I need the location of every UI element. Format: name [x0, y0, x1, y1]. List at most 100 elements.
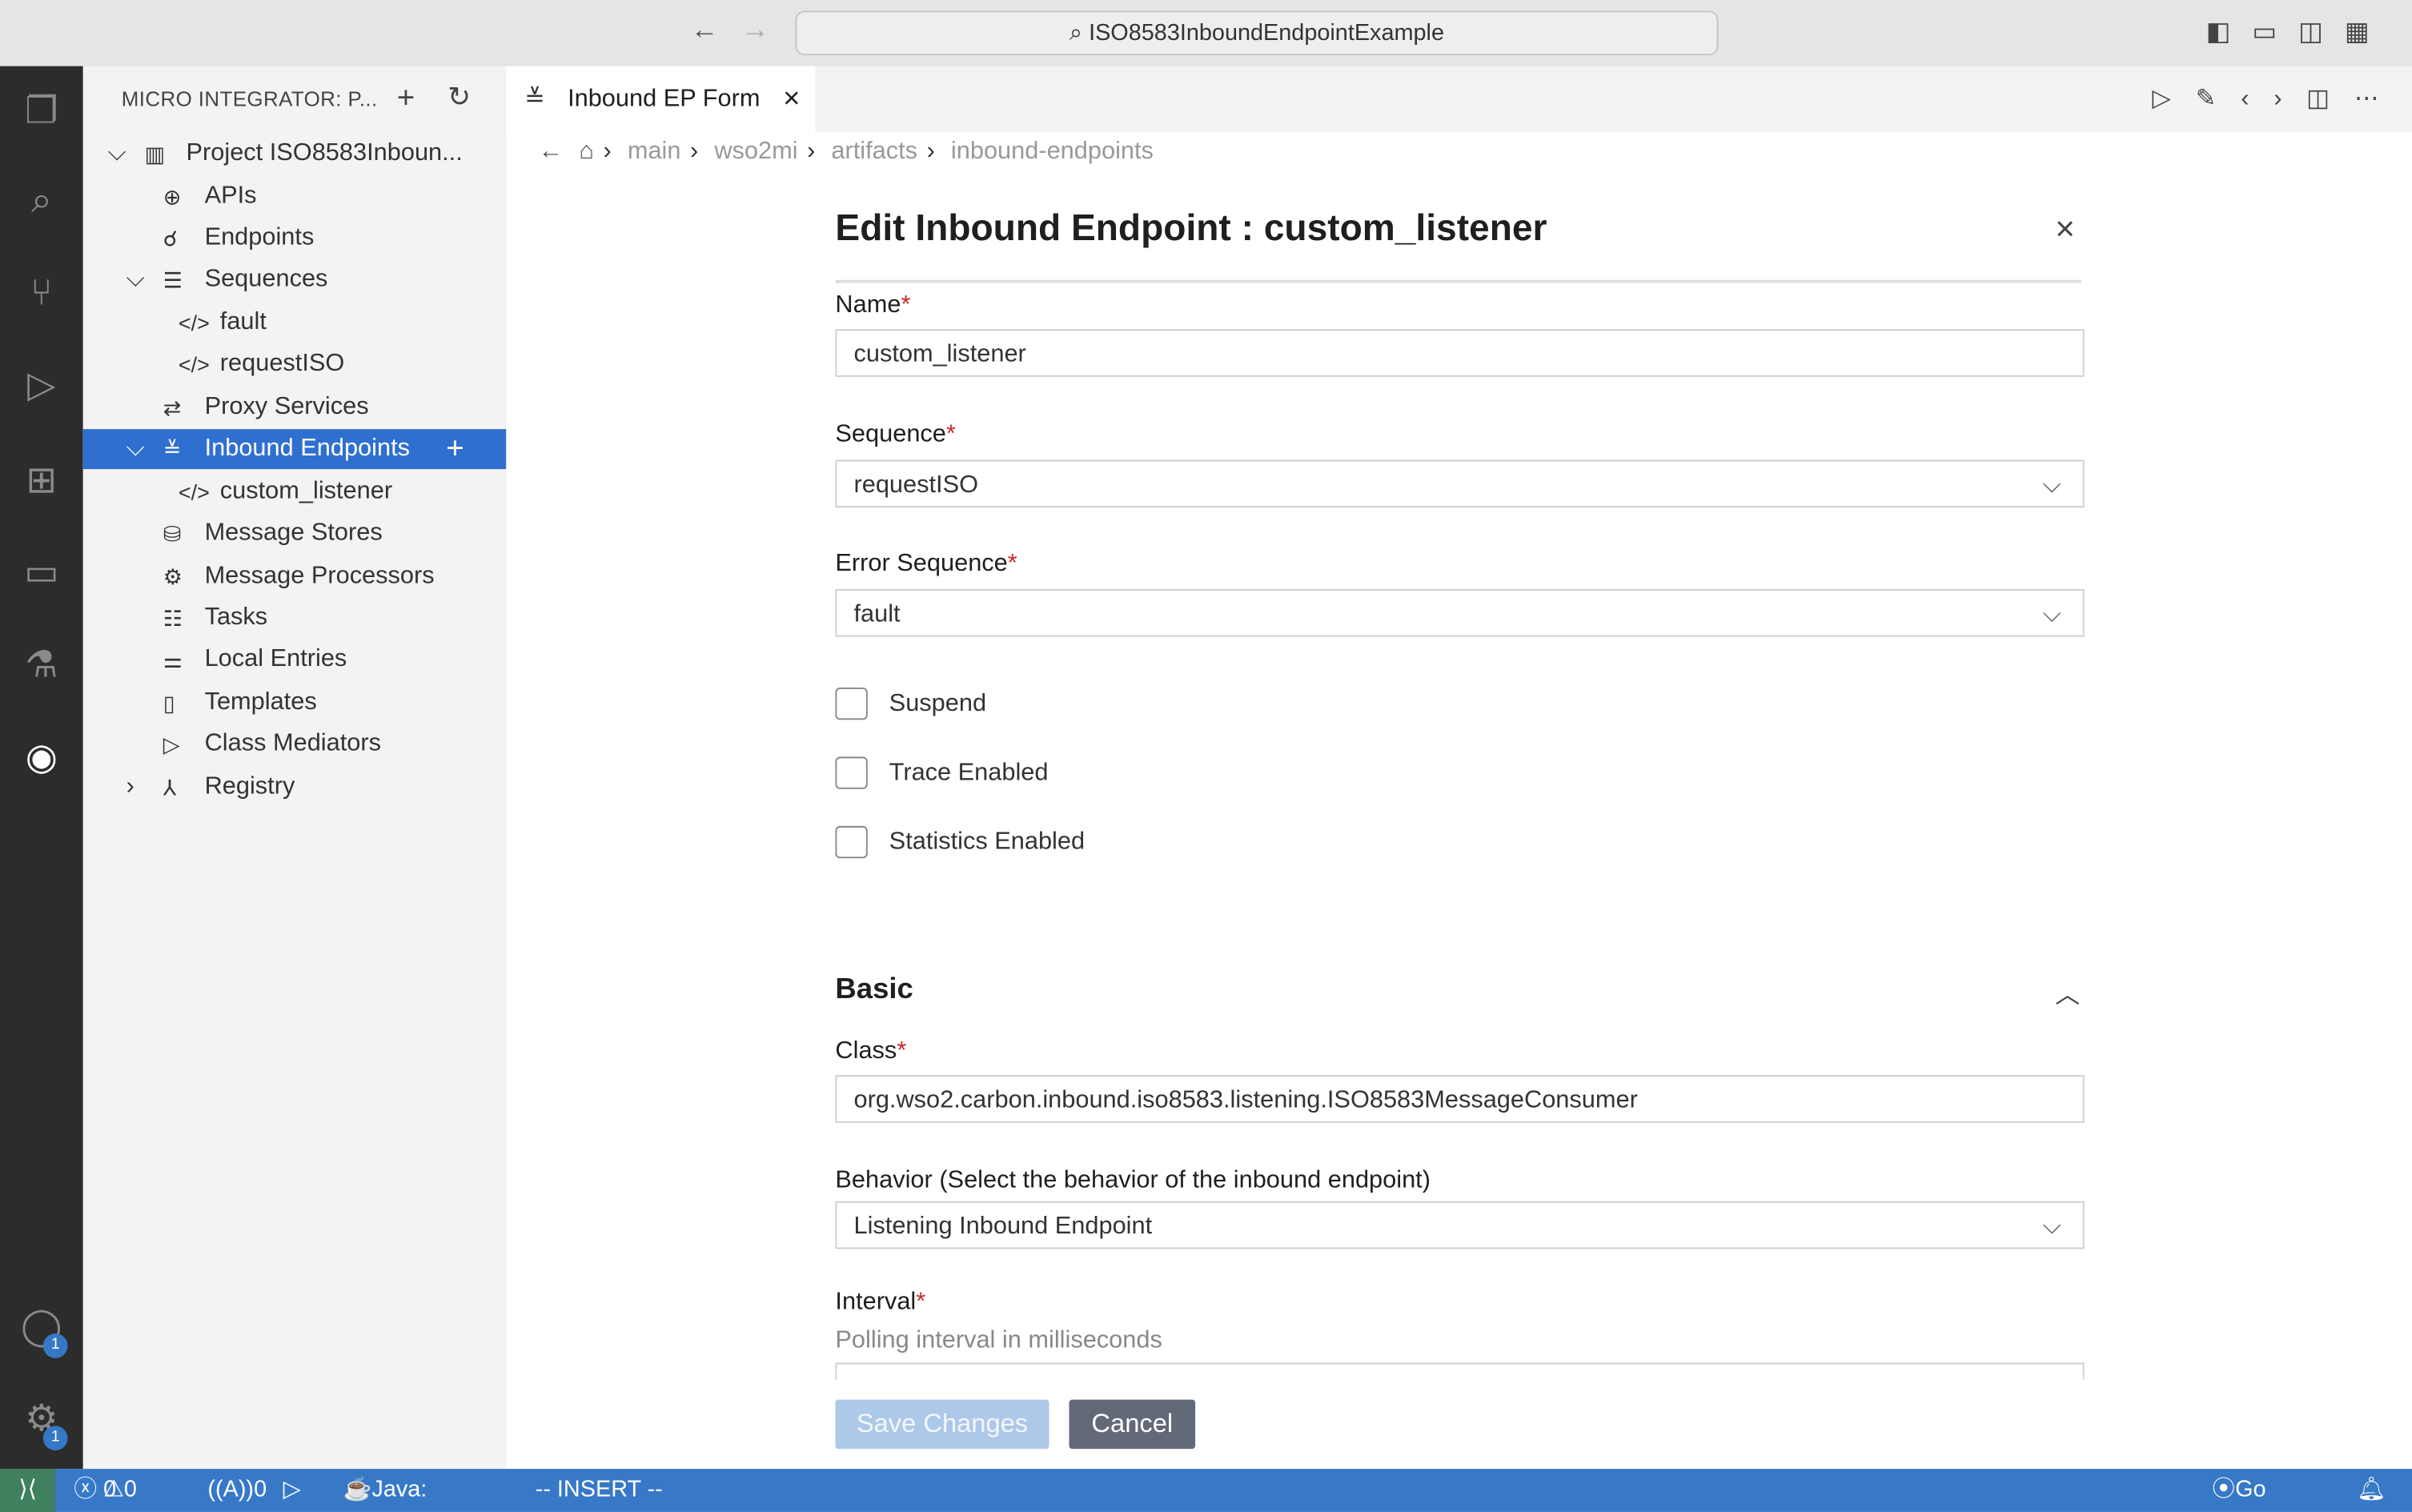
name-input[interactable]: custom_listener [835, 329, 2085, 377]
tree-item-label: Class Mediators [204, 730, 381, 757]
tab-inbound-ep-form[interactable]: ≚ Inbound EP Form × [506, 66, 816, 133]
breadcrumb-item[interactable]: inbound-endpoints [951, 138, 1154, 165]
tree-item-label: Endpoints [204, 224, 315, 251]
tree-item[interactable]: ⇄ Proxy Services [83, 387, 506, 427]
tree-item[interactable]: ☌ Endpoints [83, 219, 506, 259]
layout-toggle-icons[interactable]: ◧▭◫▦ [2206, 17, 2391, 47]
testing-icon[interactable]: ⚗ [0, 636, 83, 697]
status-bar: ⟩⟨ ⓧ 0 ⚠ 0 ((A)) 0 ▷ ☕ Java: Ready -- IN… [0, 1469, 2412, 1512]
edit-inbound-endpoint-form: Edit Inbound Endpoint : custom_listener … [835, 200, 2085, 1469]
tree-item[interactable]: </> fault [83, 303, 506, 343]
title-bar: ← → ⌕ ISO8583InboundEndpointExample ◧▭◫▦ [0, 0, 2412, 68]
remote-explorer-icon[interactable]: ▭ [0, 543, 83, 604]
editor-actions[interactable]: ▷✎‹›◫⋯ [2152, 83, 2403, 114]
debug-icon[interactable]: ▷ [283, 1469, 301, 1512]
ports-indicator[interactable]: ((A)) 0 [207, 1469, 267, 1512]
tree-item-label: custom_listener [219, 478, 393, 505]
suspend-checkbox[interactable] [835, 687, 868, 720]
tree-item-label: Templates [204, 688, 317, 716]
problems-indicator[interactable]: ⓧ 0 ⚠ 0 [74, 1469, 137, 1512]
error-sequence-select[interactable]: fault ⌵ [835, 588, 2085, 637]
chevron-icon[interactable]: ⌵ [126, 260, 145, 300]
back-arrow-icon[interactable]: ← [539, 138, 564, 165]
refresh-icon[interactable]: ↻ [447, 82, 471, 114]
tree-item-label: Sequences [204, 266, 328, 293]
close-form-icon[interactable]: × [2055, 209, 2075, 249]
plug-icon: ☌ [163, 226, 178, 251]
search-icon[interactable]: ⌕ [0, 170, 83, 232]
extensions-icon[interactable]: ⊞ [0, 451, 83, 512]
run-debug-icon[interactable]: ▷ [0, 355, 83, 417]
tree-item[interactable]: ⚌ Local Entries [83, 640, 506, 680]
tree-item[interactable]: ☷ Tasks [83, 599, 506, 639]
trace-enabled-checkbox[interactable] [835, 756, 868, 789]
breadcrumb-item[interactable]: wso2mi [714, 138, 797, 165]
sequence-label: Sequence* [835, 421, 956, 448]
tree-item[interactable]: ⛁ Message Stores [83, 514, 506, 554]
name-label: Name* [835, 292, 911, 319]
database-icon: ⛁ [163, 521, 182, 547]
interval-input-clip: 1000 [835, 1362, 2085, 1380]
tree-item[interactable]: ⌵ ▥ Project ISO8583Inboun... [83, 134, 506, 174]
tree-item[interactable]: ⊕ APIs [83, 177, 506, 217]
list-icon: ☰ [163, 267, 183, 293]
tree-item[interactable]: </> requestISO [83, 344, 506, 384]
tree-item-label: Message Stores [204, 519, 383, 547]
chevron-icon[interactable]: ⌵ [108, 134, 126, 174]
statistics-enabled-checkbox[interactable] [835, 825, 868, 859]
add-inbound-endpoint-icon[interactable]: + [446, 429, 464, 469]
code-icon: </> [178, 479, 210, 505]
source-control-icon[interactable]: ⑂ [0, 263, 83, 325]
tree-item[interactable]: ⌵ ≚ Inbound Endpoints + [82, 429, 507, 470]
breadcrumb-item[interactable]: artifacts [831, 138, 917, 165]
tree-item[interactable]: › ⅄ Registry [83, 768, 506, 808]
class-input[interactable]: org.wso2.carbon.inbound.iso8583.listenin… [835, 1075, 2085, 1123]
class-label: Class* [835, 1038, 907, 1065]
add-icon[interactable]: + [397, 82, 415, 117]
registry-icon: ⅄ [163, 775, 177, 800]
error-sequence-label: Error Sequence* [835, 550, 1017, 577]
save-changes-button[interactable]: Save Changes [835, 1399, 1049, 1450]
sequence-select[interactable]: requestISO ⌵ [835, 459, 2085, 508]
statistics-enabled-label: Statistics Enabled [889, 828, 1086, 856]
code-icon: </> [178, 311, 210, 335]
tasks-icon: ☷ [163, 606, 183, 631]
vim-mode: -- INSERT -- [535, 1476, 663, 1503]
tree-item-label: Project ISO8583Inboun... [186, 139, 463, 166]
class-icon: ▷ [163, 732, 180, 757]
interval-label: Interval* [835, 1289, 926, 1315]
tree-item-label: fault [219, 309, 267, 335]
chevron-icon[interactable]: › [126, 768, 134, 808]
remote-icon[interactable]: ⟩⟨ [0, 1469, 56, 1512]
globe-icon: ⊕ [163, 184, 182, 210]
activity-bar: ❐ ⌕ ⑂ ▷ ⊞ ▭ ⚗ ◉ ◯ 1 ⚙ 1 [0, 66, 83, 1470]
micro-integrator-icon[interactable]: ◉ [0, 728, 83, 789]
tree-item[interactable]: ▷ Class Mediators [83, 724, 506, 764]
command-center-search[interactable]: ⌕ ISO8583InboundEndpointExample [795, 10, 1719, 56]
chevron-up-icon[interactable]: ︿ [2055, 973, 2080, 1010]
home-icon[interactable]: ⌂ [579, 138, 594, 165]
tree-item[interactable]: </> custom_listener [83, 472, 506, 512]
cancel-button[interactable]: Cancel [1069, 1399, 1196, 1450]
account-icon[interactable]: ◯ 1 [0, 1297, 83, 1358]
tree-item[interactable]: ▯ Templates [83, 683, 506, 723]
interval-input[interactable]: 1000 [835, 1362, 2085, 1380]
file-icon: ▯ [163, 690, 175, 716]
explorer-icon[interactable]: ❐ [0, 82, 83, 143]
settings-gear-icon[interactable]: ⚙ 1 [0, 1389, 83, 1451]
back-button[interactable]: ← [691, 14, 719, 46]
close-tab-icon[interactable]: × [783, 66, 800, 133]
forward-button[interactable]: → [741, 14, 769, 46]
java-status[interactable]: ☕ Java: Ready [343, 1469, 427, 1512]
breadcrumb-item[interactable]: main [628, 138, 681, 165]
vscode-window: ← → ⌕ ISO8583InboundEndpointExample ◧▭◫▦… [0, 0, 2412, 1512]
tree-item[interactable]: ⌵ ☰ Sequences [83, 260, 506, 300]
form-title: Edit Inbound Endpoint : custom_listener [835, 207, 1547, 250]
tree-item-label: Proxy Services [204, 393, 369, 420]
notifications-bell-icon[interactable]: 🔔︎ [2357, 1469, 2386, 1512]
go-live-button[interactable]: ⦿ Go Live [2212, 1469, 2266, 1512]
basic-section-title: Basic [835, 973, 913, 1006]
tree-item[interactable]: ⚙ Message Processors [83, 557, 506, 597]
chevron-icon[interactable]: ⌵ [126, 429, 145, 469]
behavior-select[interactable]: Listening Inbound Endpoint ⌵ [835, 1201, 2085, 1249]
